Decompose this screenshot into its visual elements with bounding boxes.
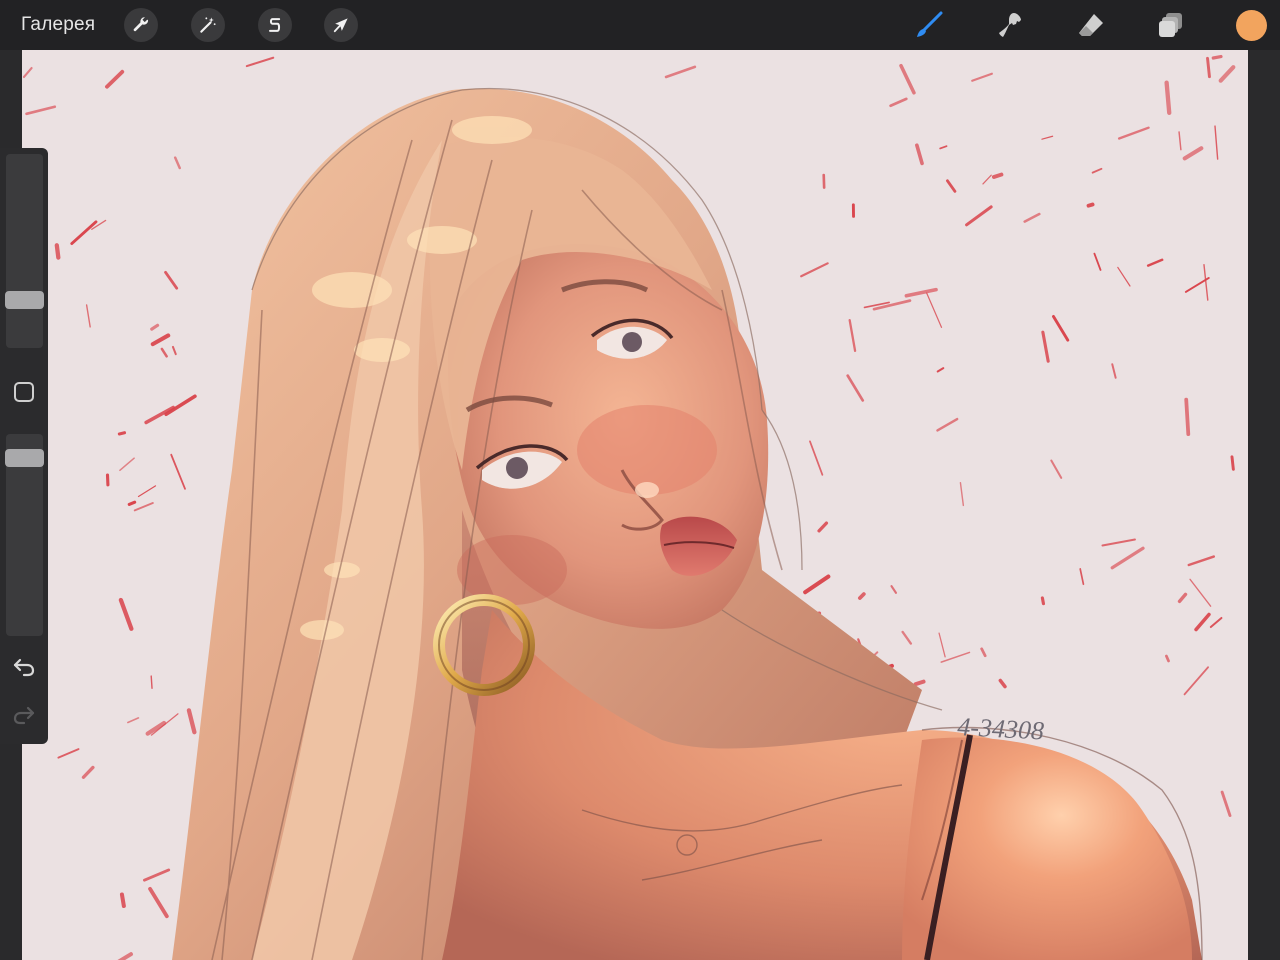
paint-splatter-stroke — [822, 173, 826, 189]
artist-signature: 4-34308 — [957, 712, 1045, 745]
selection-button[interactable] — [258, 8, 292, 42]
brush-tool-button[interactable] — [911, 8, 947, 42]
color-picker-button[interactable] — [1236, 10, 1267, 41]
actions-button[interactable] — [124, 8, 158, 42]
eraser-icon — [1079, 14, 1103, 36]
adjustments-button[interactable] — [191, 8, 225, 42]
brush-size-slider-thumb[interactable] — [5, 291, 44, 310]
selection-s-icon — [269, 18, 281, 32]
drawing-canvas[interactable]: 4-34308 — [22, 50, 1248, 960]
brush-icon — [917, 11, 943, 37]
top-toolbar: Галерея — [0, 0, 1280, 50]
paint-splatter-stroke — [851, 203, 855, 218]
arrow-cursor-icon — [333, 18, 348, 33]
layers-icon — [1159, 13, 1182, 37]
paint-splatter-stroke — [105, 473, 110, 487]
transform-button[interactable] — [324, 8, 358, 42]
eraser-tool-button[interactable] — [1073, 8, 1109, 42]
wrench-icon — [133, 17, 149, 32]
layers-button[interactable] — [1153, 8, 1189, 42]
gallery-button[interactable]: Галерея — [21, 12, 95, 38]
redo-button[interactable] — [11, 704, 37, 726]
canvas-right-margin — [1248, 50, 1280, 960]
modify-button[interactable] — [14, 382, 34, 402]
smudge-icon — [999, 13, 1021, 37]
procreate-app: 4-34308 Галерея — [0, 0, 1280, 960]
redo-arrow-icon — [13, 706, 35, 725]
artwork-portrait: 4-34308 — [22, 50, 1248, 960]
smudge-tool-button[interactable] — [992, 8, 1028, 42]
magic-wand-icon — [200, 17, 216, 33]
left-sidebar — [0, 148, 48, 744]
undo-button[interactable] — [11, 656, 37, 678]
brush-size-slider[interactable] — [6, 154, 43, 348]
opacity-slider-thumb[interactable] — [5, 448, 44, 467]
undo-arrow-icon — [13, 658, 35, 677]
